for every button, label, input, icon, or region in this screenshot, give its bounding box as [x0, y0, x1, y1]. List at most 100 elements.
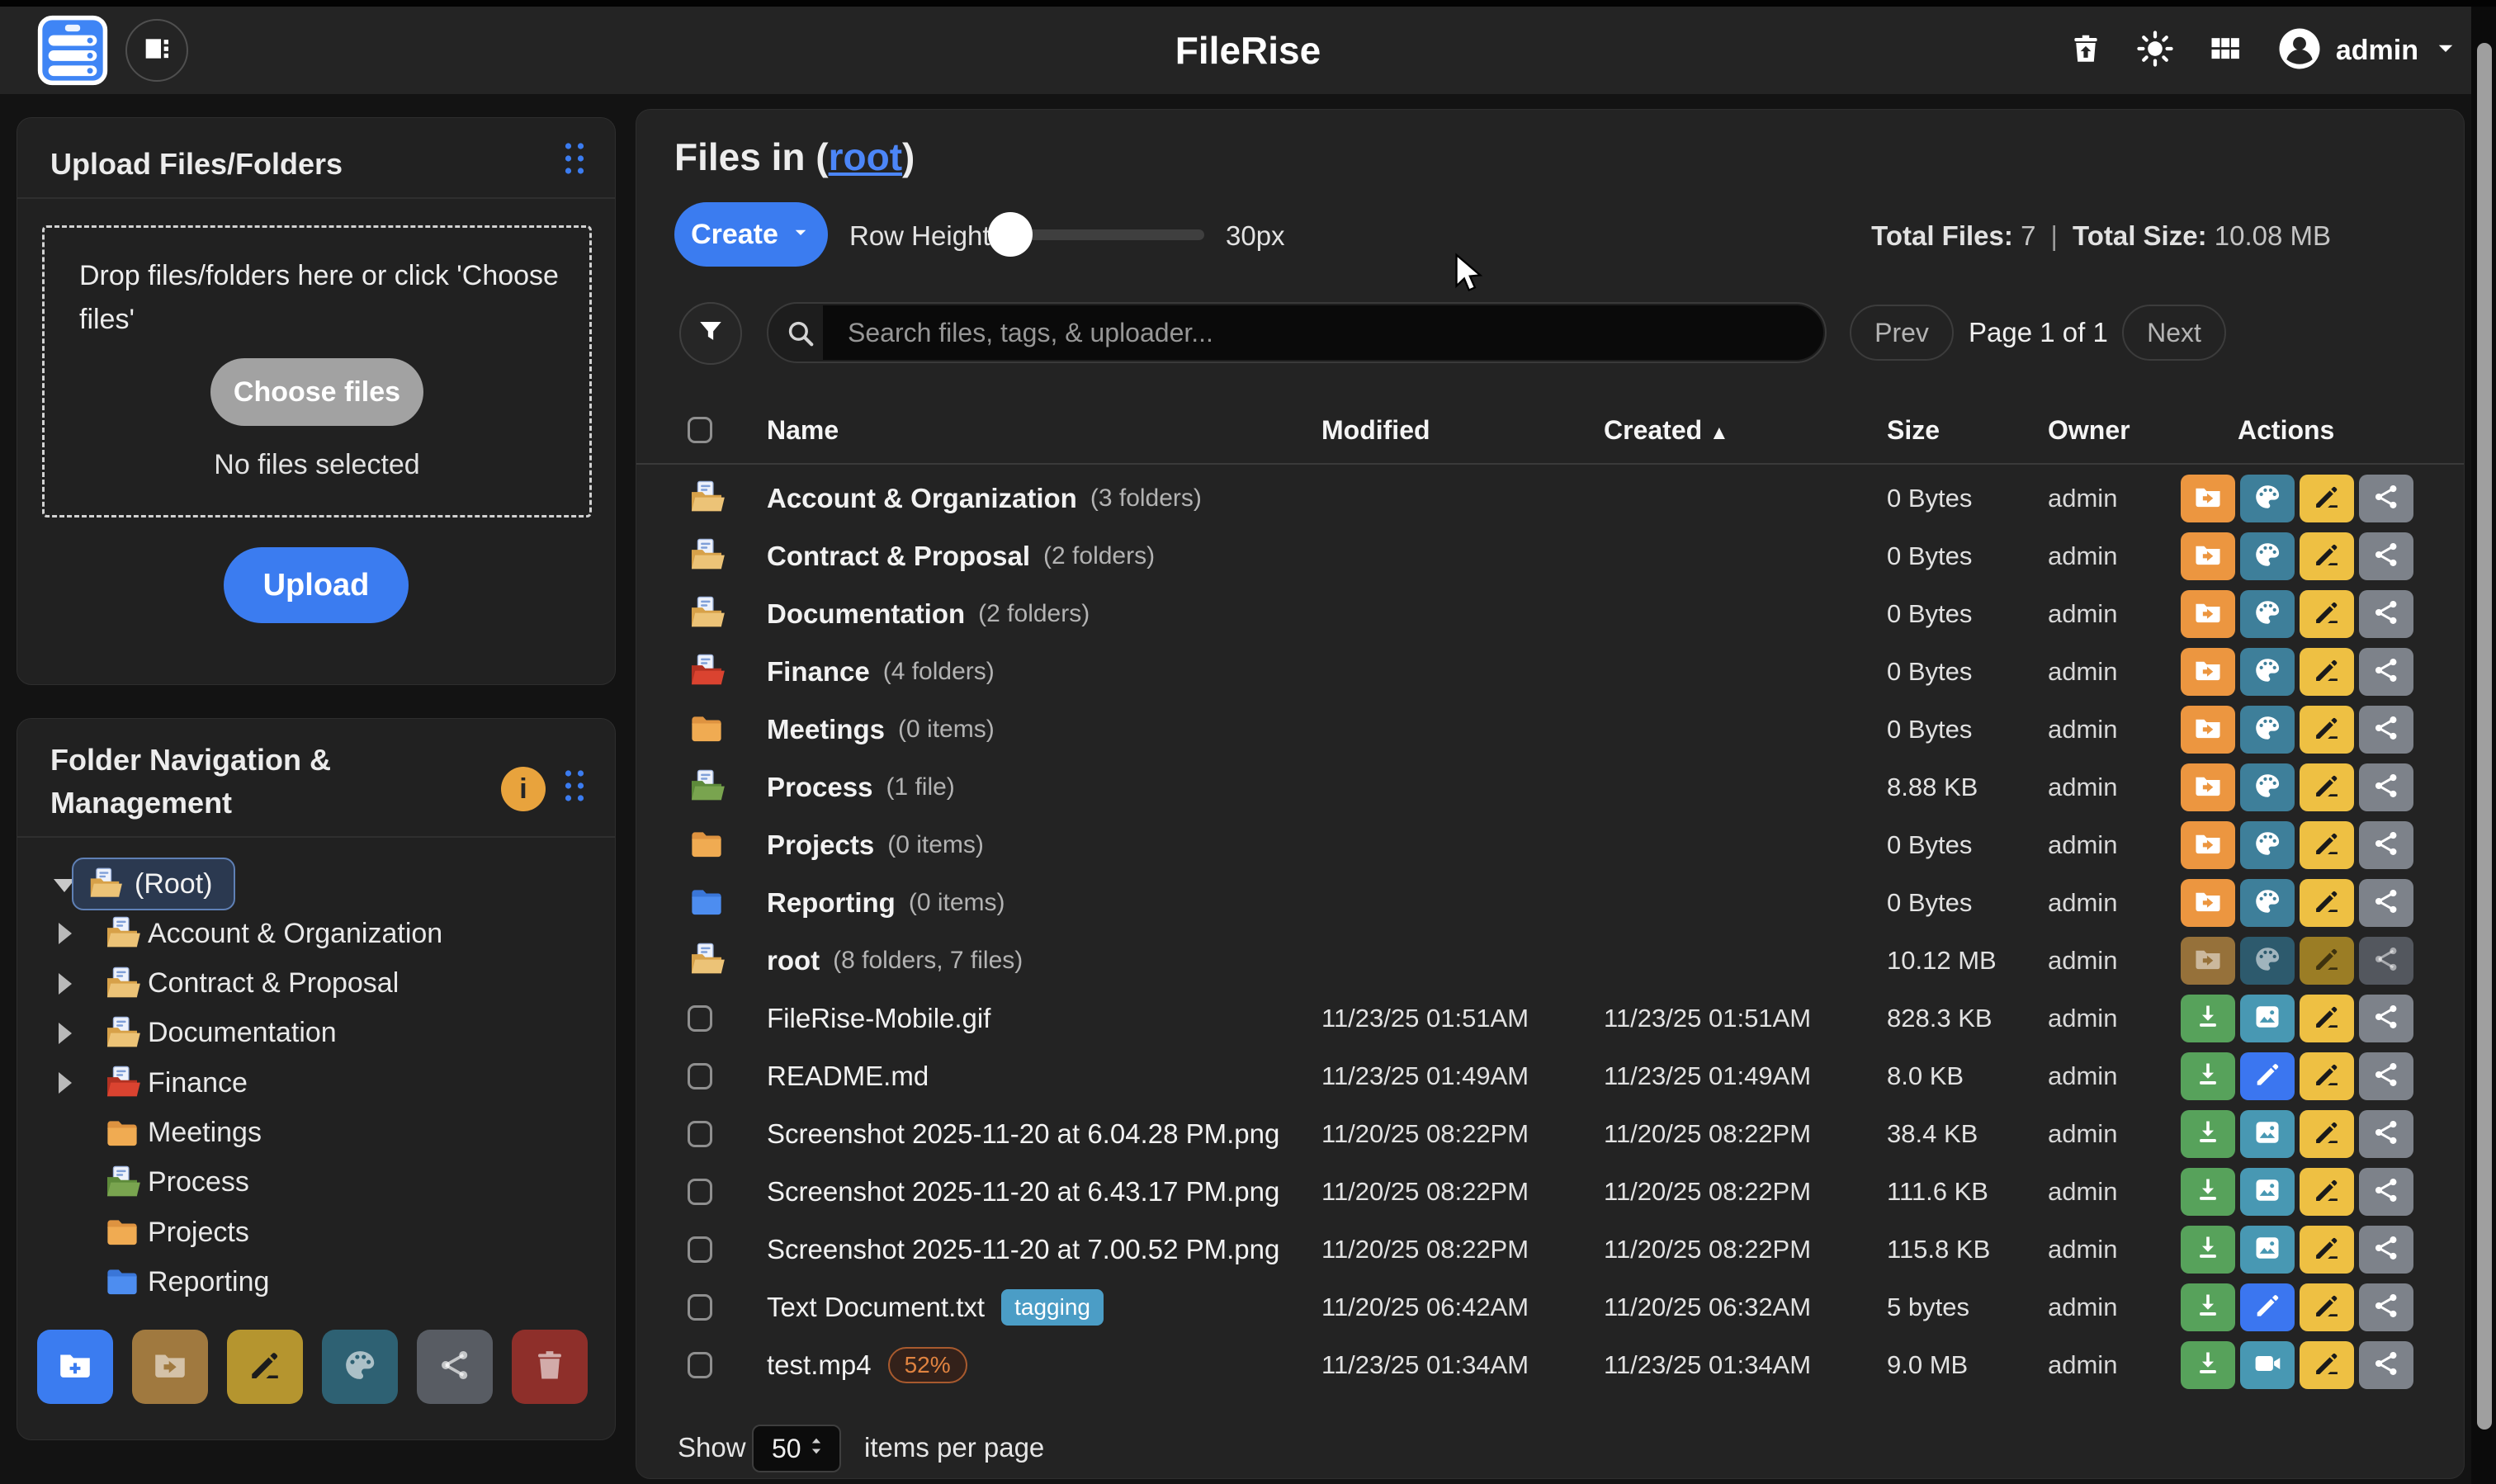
- upload-button[interactable]: Upload: [224, 547, 409, 623]
- column-header-modified[interactable]: Modified: [1321, 407, 1430, 453]
- table-row[interactable]: Screenshot 2025-11-20 at 7.00.52 PM.png1…: [636, 1221, 2464, 1278]
- move-button[interactable]: [2181, 475, 2235, 522]
- palette-button[interactable]: [2240, 648, 2295, 696]
- share-button[interactable]: [2359, 1168, 2413, 1216]
- row-checkbox[interactable]: [688, 1236, 712, 1263]
- item-name[interactable]: Projects(0 items): [767, 816, 984, 874]
- item-name[interactable]: Text Document.txttagging: [767, 1278, 1104, 1336]
- share-button[interactable]: [2359, 1226, 2413, 1274]
- palette-button[interactable]: [2240, 821, 2295, 869]
- filter-button[interactable]: [679, 302, 742, 365]
- user-menu[interactable]: admin: [2276, 26, 2460, 76]
- palette-button[interactable]: [2240, 475, 2295, 522]
- info-icon[interactable]: i: [501, 767, 546, 811]
- item-name[interactable]: root(8 folders, 7 files): [767, 932, 1023, 990]
- caret-right-icon[interactable]: [59, 1072, 72, 1094]
- rename-button[interactable]: [2300, 648, 2354, 696]
- slider-thumb[interactable]: [988, 212, 1033, 257]
- download-button[interactable]: [2181, 995, 2235, 1042]
- share-folder-button[interactable]: [417, 1330, 493, 1404]
- drag-handle-icon[interactable]: [562, 139, 587, 177]
- row-checkbox[interactable]: [688, 1063, 712, 1089]
- tree-item-account-organization[interactable]: Account & Organization: [17, 910, 615, 957]
- item-name[interactable]: Reporting(0 items): [767, 874, 1005, 932]
- column-header-created[interactable]: Created ▲: [1604, 407, 1729, 453]
- preview-image-button[interactable]: [2240, 995, 2295, 1042]
- share-button[interactable]: [2359, 1341, 2413, 1389]
- rename-button[interactable]: [2300, 1110, 2354, 1158]
- palette-button[interactable]: [2240, 590, 2295, 638]
- preview-image-button[interactable]: [2240, 1110, 2295, 1158]
- table-row[interactable]: root(8 folders, 7 files)10.12 MBadmin: [636, 932, 2464, 990]
- share-button[interactable]: [2359, 995, 2413, 1042]
- row-checkbox[interactable]: [688, 1352, 712, 1378]
- share-button[interactable]: [2359, 1283, 2413, 1331]
- table-row[interactable]: Meetings(0 items)0 Bytesadmin: [636, 701, 2464, 759]
- create-folder-button[interactable]: [37, 1330, 113, 1404]
- row-checkbox[interactable]: [688, 1179, 712, 1205]
- caret-right-icon[interactable]: [59, 973, 72, 995]
- create-button[interactable]: Create: [674, 202, 828, 267]
- table-row[interactable]: Contract & Proposal(2 folders)0 Bytesadm…: [636, 527, 2464, 585]
- item-name[interactable]: Screenshot 2025-11-20 at 6.04.28 PM.png: [767, 1105, 1279, 1163]
- rename-button[interactable]: [2300, 475, 2354, 522]
- select-all-checkbox[interactable]: [688, 417, 712, 443]
- drag-handle-icon[interactable]: [562, 767, 587, 805]
- item-name[interactable]: FileRise-Mobile.gif: [767, 990, 990, 1047]
- next-page-button[interactable]: Next: [2122, 305, 2226, 361]
- palette-button[interactable]: [2240, 532, 2295, 580]
- rename-button[interactable]: [2300, 1283, 2354, 1331]
- root-breadcrumb-link[interactable]: root: [829, 135, 902, 178]
- search-input[interactable]: [823, 305, 1823, 360]
- table-row[interactable]: Account & Organization(3 folders)0 Bytes…: [636, 470, 2464, 527]
- share-button[interactable]: [2359, 1110, 2413, 1158]
- item-name[interactable]: Account & Organization(3 folders): [767, 470, 1202, 527]
- share-button[interactable]: [2359, 763, 2413, 811]
- trash-restore-icon[interactable]: [2068, 31, 2103, 70]
- share-button[interactable]: [2359, 937, 2413, 985]
- rename-button[interactable]: [2300, 1052, 2354, 1100]
- grid-view-icon[interactable]: [2207, 31, 2243, 71]
- move-button[interactable]: [2181, 879, 2235, 927]
- move-button[interactable]: [2181, 937, 2235, 985]
- item-name[interactable]: Finance(4 folders): [767, 643, 995, 701]
- rename-folder-button[interactable]: [227, 1330, 303, 1404]
- upload-dropzone[interactable]: Drop files/folders here or click 'Choose…: [42, 225, 592, 518]
- table-row[interactable]: Finance(4 folders)0 Bytesadmin: [636, 643, 2464, 701]
- tree-item-reporting[interactable]: Reporting: [17, 1259, 615, 1305]
- column-header-size[interactable]: Size: [1887, 407, 1940, 453]
- prev-page-button[interactable]: Prev: [1850, 305, 1954, 361]
- item-name[interactable]: Screenshot 2025-11-20 at 7.00.52 PM.png: [767, 1221, 1279, 1278]
- selected-folder-chip[interactable]: (Root): [72, 858, 235, 910]
- download-button[interactable]: [2181, 1283, 2235, 1331]
- move-button[interactable]: [2181, 532, 2235, 580]
- table-row[interactable]: Text Document.txttagging11/20/25 06:42AM…: [636, 1278, 2464, 1336]
- row-checkbox[interactable]: [688, 1005, 712, 1032]
- preview-image-button[interactable]: [2240, 1168, 2295, 1216]
- tree-item-root[interactable]: (Root): [17, 861, 615, 907]
- palette-button[interactable]: [2240, 879, 2295, 927]
- item-name[interactable]: Screenshot 2025-11-20 at 6.43.17 PM.png: [767, 1163, 1279, 1221]
- move-folder-button[interactable]: [132, 1330, 208, 1404]
- table-row[interactable]: README.md11/23/25 01:49AM11/23/25 01:49A…: [636, 1047, 2464, 1105]
- rename-button[interactable]: [2300, 1226, 2354, 1274]
- scrollbar-thumb[interactable]: [2477, 43, 2492, 1430]
- column-header-owner[interactable]: Owner: [2048, 407, 2130, 453]
- palette-button[interactable]: [2240, 937, 2295, 985]
- item-name[interactable]: Contract & Proposal(2 folders): [767, 527, 1155, 585]
- share-button[interactable]: [2359, 879, 2413, 927]
- share-button[interactable]: [2359, 475, 2413, 522]
- share-button[interactable]: [2359, 648, 2413, 696]
- share-button[interactable]: [2359, 1052, 2413, 1100]
- rename-button[interactable]: [2300, 821, 2354, 869]
- delete-folder-button[interactable]: [512, 1330, 588, 1404]
- tree-item-meetings[interactable]: Meetings: [17, 1110, 615, 1156]
- rename-button[interactable]: [2300, 706, 2354, 754]
- move-button[interactable]: [2181, 763, 2235, 811]
- rename-button[interactable]: [2300, 532, 2354, 580]
- share-button[interactable]: [2359, 532, 2413, 580]
- share-button[interactable]: [2359, 821, 2413, 869]
- rename-button[interactable]: [2300, 995, 2354, 1042]
- rename-button[interactable]: [2300, 590, 2354, 638]
- download-button[interactable]: [2181, 1341, 2235, 1389]
